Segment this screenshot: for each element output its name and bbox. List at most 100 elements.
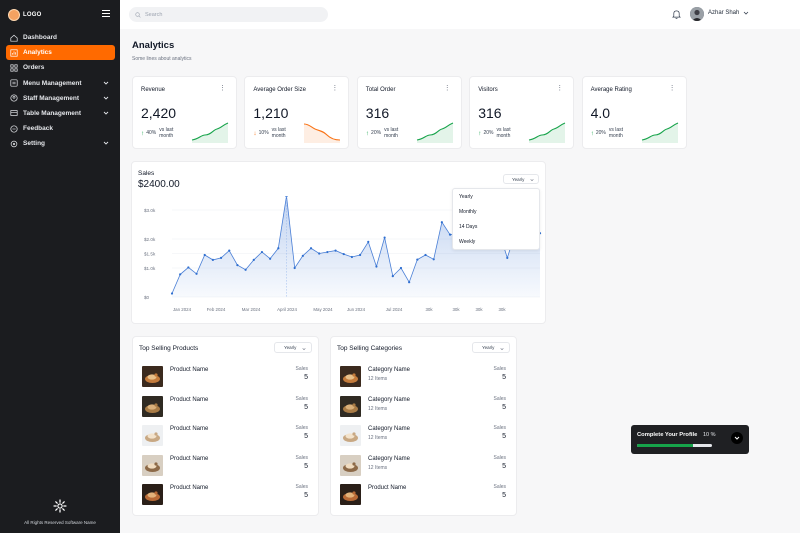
item-name: Category Name <box>368 426 411 433</box>
list-item[interactable]: Category Name 12 Items Sales 5 <box>340 395 510 418</box>
more-vertical-icon[interactable]: ⋮ <box>444 85 451 92</box>
list-item[interactable]: Product Name Sales 5 <box>142 425 312 447</box>
x-tick-label: Jan 2024 <box>173 307 192 312</box>
stat-note: vs last month <box>271 127 286 139</box>
stat-delta: ↑ 20% vs last month <box>366 127 406 139</box>
list-item[interactable]: Product Name Sales 5 <box>142 366 312 388</box>
search-input[interactable]: Search <box>129 7 328 22</box>
data-point <box>334 249 337 252</box>
more-vertical-icon[interactable]: ⋮ <box>556 85 563 92</box>
sidebar-item-dashboard[interactable]: Dashboard <box>6 30 115 45</box>
chevron-down-icon[interactable] <box>103 95 109 101</box>
stat-card-total-order: Total Order ⋮ 316 ↑ 20% vs last month <box>356 76 462 149</box>
sparkline <box>641 122 678 143</box>
chevron-down-icon[interactable] <box>743 10 749 16</box>
sidebar-item-label: Menu Management <box>23 79 82 87</box>
thumbnail-image <box>340 425 361 447</box>
data-point <box>350 255 354 259</box>
data-point <box>326 250 329 254</box>
sales-total: $2400.00 <box>138 179 180 190</box>
profile-percent: 10 % <box>703 432 716 438</box>
y-tick-label: $1.5k <box>144 251 156 256</box>
stat-card-average-rating: Average Rating ⋮ 4.0 ↑ 20% vs last month <box>581 76 687 149</box>
more-vertical-icon[interactable]: ⋮ <box>331 85 338 92</box>
chevron-down-icon[interactable] <box>103 110 109 116</box>
stat-value: 4.0 <box>590 105 611 121</box>
profile-title: Complete Your Profile <box>637 432 698 438</box>
sales-period-select[interactable]: Yearly <box>503 174 539 184</box>
sidebar-item-setting[interactable]: Setting <box>6 136 115 151</box>
x-tick-label: 30k <box>498 307 506 312</box>
data-point <box>424 253 427 257</box>
item-name: Category Name <box>368 367 411 373</box>
chevron-down-icon[interactable] <box>103 140 109 146</box>
item-name: Product Name <box>170 396 209 403</box>
sales-value: 5 <box>502 374 506 381</box>
page-title: Analytics <box>132 40 175 51</box>
profile-completion-toast[interactable]: Complete Your Profile 10 % <box>631 425 749 454</box>
data-point <box>252 258 255 261</box>
list-item[interactable]: Product Name Sales 5 <box>142 454 312 477</box>
sidebar-item-label: Feedback <box>23 125 53 133</box>
stat-delta: ↑ 20% vs last month <box>591 127 631 139</box>
bell-icon[interactable] <box>672 9 681 19</box>
sidebar-item-staff-management[interactable]: Staff Management <box>6 91 115 106</box>
data-point <box>277 247 280 250</box>
sales-label: Sales <box>493 366 506 372</box>
sales-label: Sales <box>295 484 308 491</box>
data-point <box>309 247 313 250</box>
sidebar-item-feedback[interactable]: Feedback <box>6 121 115 136</box>
stat-note: vs last month <box>496 127 511 139</box>
top-categories-card: Top Selling Categories Yearly Category N… <box>330 336 517 516</box>
stat-card-visitors: Visitors ⋮ 316 ↑ 20% vs last month <box>469 76 575 149</box>
stat-value: 316 <box>365 105 390 121</box>
data-point <box>448 233 452 236</box>
hamburger-icon[interactable] <box>102 10 110 17</box>
avatar[interactable] <box>690 7 704 21</box>
top-products-period-select[interactable]: Yearly <box>274 342 312 353</box>
x-tick-label: 30k <box>452 307 460 312</box>
sparkline-area <box>304 124 341 143</box>
more-vertical-icon[interactable]: ⋮ <box>669 85 676 92</box>
dropdown-option-14-days[interactable]: 14 Days <box>453 219 539 234</box>
list-item[interactable]: Category Name 12 Items Sales 5 <box>340 366 510 388</box>
item-name: Product Name <box>170 426 209 433</box>
data-point <box>187 266 190 269</box>
sidebar-item-orders[interactable]: Orders <box>6 60 115 75</box>
grid-icon <box>10 64 18 72</box>
list-item[interactable]: Product Name Sales 5 <box>340 484 510 506</box>
sidebar-item-table-management[interactable]: Table Management <box>6 106 115 121</box>
sparkline <box>304 123 341 143</box>
list-item[interactable]: Category Name 12 Items Sales 5 <box>340 425 510 447</box>
user-name[interactable]: Azhar Shah <box>708 10 739 16</box>
sales-value: 5 <box>502 492 506 500</box>
search-placeholder: Search <box>145 11 163 18</box>
home-icon <box>10 34 18 42</box>
chevron-down-icon <box>500 347 504 350</box>
sidebar-nav: Dashboard Analytics Orders Menu Management S… <box>6 30 115 152</box>
list-item[interactable]: Category Name 12 Items Sales 5 <box>340 454 510 477</box>
data-point <box>301 254 304 257</box>
stat-percent: 20% <box>483 130 494 136</box>
dropdown-option-monthly[interactable]: Monthly <box>453 204 539 219</box>
list-item[interactable]: Product Name Sales 5 <box>142 395 312 418</box>
data-point <box>432 258 435 261</box>
sidebar-item-analytics[interactable]: Analytics <box>6 45 115 61</box>
sidebar-item-label: Analytics <box>23 49 52 57</box>
feedback-icon <box>10 125 18 133</box>
item-name: Category Name <box>368 396 411 403</box>
x-tick-label: 30k <box>475 307 483 312</box>
chevron-down-icon[interactable] <box>103 80 109 86</box>
x-tick-label: Feb 2024 <box>207 307 226 312</box>
dropdown-option-yearly[interactable]: Yearly <box>453 189 539 204</box>
list-item[interactable]: Product Name Sales 5 <box>142 484 312 506</box>
profile-expand-button[interactable] <box>731 432 743 444</box>
item-count: 12 Items <box>368 464 388 471</box>
sales-value: 5 <box>304 374 308 381</box>
top-categories-period-select[interactable]: Yearly <box>472 342 510 353</box>
sidebar-item-menu-management[interactable]: Menu Management <box>6 76 115 91</box>
more-vertical-icon[interactable]: ⋮ <box>219 85 226 92</box>
thumbnail-image <box>142 366 163 387</box>
logo[interactable]: LOGO <box>8 8 112 22</box>
dropdown-option-weekly[interactable]: Weekly <box>453 234 539 249</box>
